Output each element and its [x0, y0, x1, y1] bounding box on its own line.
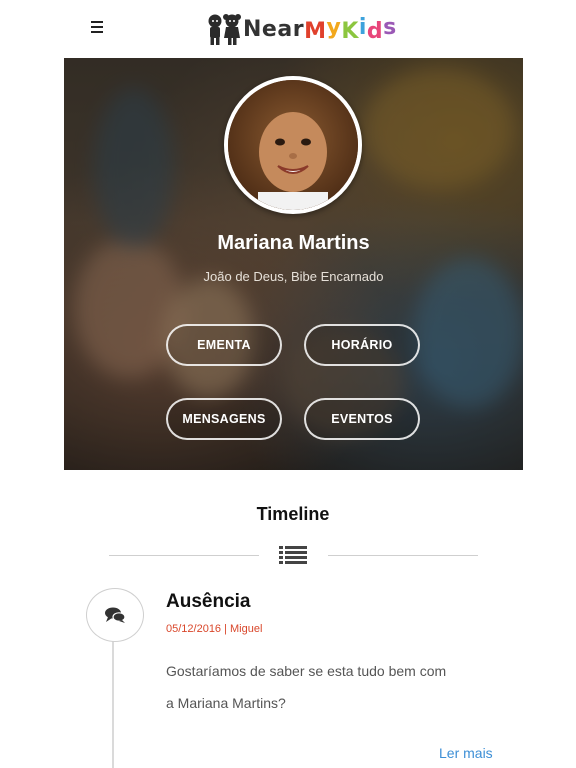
ementa-button[interactable]: EMENTA — [166, 324, 282, 366]
chat-bubble-icon — [105, 607, 126, 623]
logo-letter: r — [292, 16, 305, 42]
kids-logo-icon — [208, 14, 241, 45]
hamburger-menu-icon[interactable] — [88, 18, 108, 36]
timeline-title: Timeline — [256, 504, 330, 524]
eventos-button[interactable]: EVENTOS — [304, 398, 420, 440]
divider-right — [328, 555, 478, 556]
logo-letter: i — [358, 14, 367, 40]
timeline-item-body-line: a Mariana Martins? — [166, 695, 286, 711]
logo-letter: s — [383, 14, 397, 40]
logo-letter: y — [326, 14, 342, 40]
horario-button[interactable]: HORÁRIO — [304, 324, 420, 366]
school-class: João de Deus, Bibe Encarnado — [203, 269, 384, 284]
child-name: Mariana Martins — [217, 232, 370, 254]
read-more-link[interactable]: Ler mais — [439, 745, 493, 761]
logo-wordmark: NearMyKids — [243, 14, 397, 44]
app-logo[interactable]: NearMyKids — [205, 12, 397, 46]
timeline-item-badge — [86, 588, 144, 642]
mensagens-button[interactable]: MENSAGENS — [166, 398, 282, 440]
timeline-vertical-line — [112, 640, 114, 768]
logo-letter: N — [243, 16, 262, 42]
logo-letter: e — [261, 16, 278, 42]
divider-left — [109, 555, 259, 556]
profile-hero: Mariana Martins João de Deus, Bibe Encar… — [64, 58, 523, 470]
list-icon — [279, 546, 307, 564]
logo-letter: K — [341, 18, 359, 44]
logo-letter: a — [277, 16, 293, 42]
timeline-item-body-line: Gostaríamos de saber se esta tudo bem co… — [166, 663, 447, 679]
child-avatar — [224, 76, 362, 214]
timeline-item-meta: 05/12/2016 | Miguel — [166, 623, 263, 635]
timeline-item-body: Gostaríamos de saber se esta tudo bem co… — [166, 655, 506, 719]
logo-letter: d — [366, 18, 384, 44]
logo-letter: M — [304, 18, 327, 44]
timeline-item-title: Ausência — [166, 591, 251, 612]
top-bar: NearMyKids — [0, 0, 576, 56]
